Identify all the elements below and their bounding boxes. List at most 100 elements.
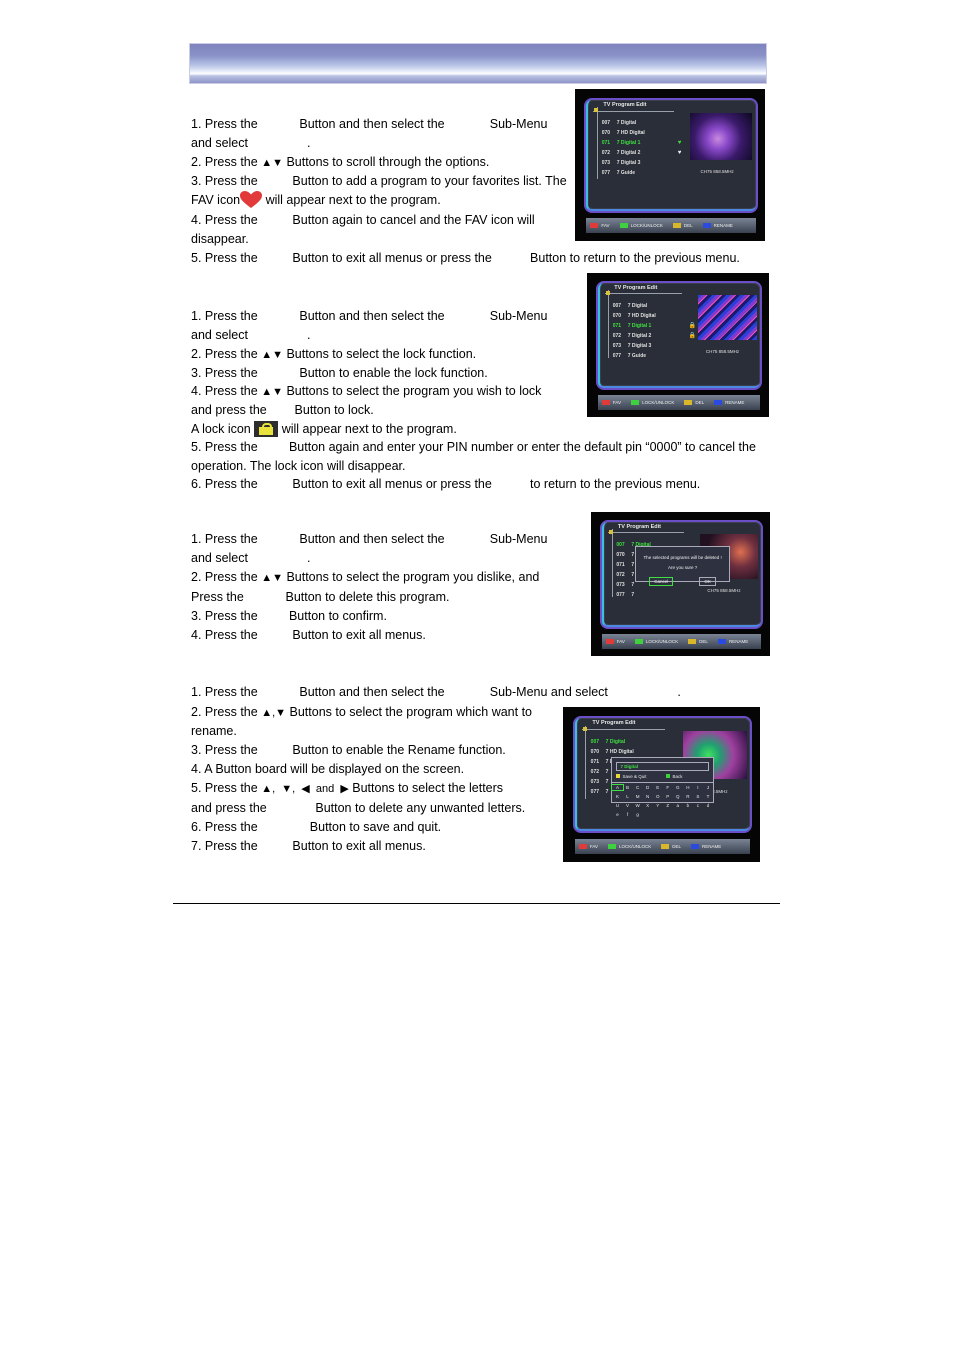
color-key-fav[interactable]: FAV: [605, 639, 625, 645]
letter-key[interactable]: A: [611, 783, 624, 791]
tv-screenshot-lock: TV Program Edit 007 7 Digital 070 7 HD Digit…: [587, 273, 769, 417]
back-option[interactable]: Back: [666, 774, 683, 779]
letter-key[interactable]: D: [643, 785, 653, 790]
letter-key[interactable]: f: [623, 812, 633, 817]
line-text: will appear next to the program.: [278, 422, 457, 436]
divider: [593, 110, 674, 112]
tv-menu-title: TV Program Edit: [617, 524, 661, 531]
rename-input[interactable]: 7 Digital: [616, 761, 709, 771]
letter-key[interactable]: F: [663, 785, 673, 790]
color-key-del[interactable]: DEL: [661, 844, 681, 849]
letter-key[interactable]: g: [633, 812, 643, 817]
color-key-lock-unlock[interactable]: LOCK/UNLOCK: [631, 400, 674, 406]
channel-row[interactable]: 007 7 Digital: [613, 301, 656, 311]
color-key-rename[interactable]: RENAME: [702, 223, 733, 229]
rename-keyboard: 7 Digital Save & Quit Back A B C D E F G H I J K L M N O P…: [611, 756, 714, 817]
color-key-rename[interactable]: RENAME: [691, 844, 721, 849]
color-key-fav[interactable]: FAV: [578, 844, 598, 849]
channel-row[interactable]: 007 7 Digital: [602, 118, 645, 128]
letter-key[interactable]: e: [612, 812, 622, 817]
letter-key[interactable]: Z: [663, 803, 673, 808]
color-key-del[interactable]: DEL: [688, 639, 708, 645]
channel-row[interactable]: 077 7 Guide: [613, 351, 656, 361]
color-key-rename[interactable]: RENAME: [714, 400, 745, 406]
letter-key[interactable]: Q: [673, 794, 683, 799]
color-key-del[interactable]: DEL: [672, 223, 693, 229]
cancel-button[interactable]: Cancel: [649, 576, 674, 586]
letter-key[interactable]: H: [683, 785, 693, 790]
divider: [582, 728, 666, 730]
letter-key[interactable]: Y: [653, 803, 663, 808]
color-swatch-icon: [717, 639, 726, 645]
dialog-message: The selected programs will be deleted !: [643, 554, 722, 560]
letter-key[interactable]: K: [612, 794, 622, 799]
instruction-line: 3. Press the Button to enable the Rename…: [191, 743, 506, 757]
letter-key[interactable]: V: [623, 803, 633, 808]
line-text: 2. Press the: [191, 705, 262, 719]
color-key-rename[interactable]: RENAME: [717, 639, 748, 645]
letter-key[interactable]: B: [623, 785, 633, 790]
letter-key[interactable]: P: [663, 794, 673, 799]
channel-row[interactable]: 070 7 HD Digital: [591, 747, 634, 757]
instruction-line: 5. Press the Button to exit all menus or…: [191, 251, 740, 265]
channel-row[interactable]: 073 7 Digital 3: [613, 341, 656, 351]
channel-number: 072: [616, 571, 625, 578]
color-key-fav[interactable]: FAV: [601, 400, 621, 406]
color-key-lock-unlock[interactable]: LOCK/UNLOCK: [607, 844, 651, 849]
save-quit-option[interactable]: Save & Quit: [616, 774, 646, 779]
divider: [585, 725, 587, 799]
channel-name: 7 HD Digital: [627, 312, 656, 319]
ok-button[interactable]: OK: [699, 576, 716, 586]
letter-key[interactable]: W: [633, 803, 643, 808]
line-text: FAV icon: [191, 193, 241, 207]
channel-frequency: CH75 858.5MHz: [707, 588, 741, 594]
tv-screenshot-rename: TV Program Edit 007 7 Digital 070 7 HD Digit…: [563, 707, 760, 862]
divider: [611, 529, 613, 598]
letter-key[interactable]: S: [693, 794, 703, 799]
letter-key[interactable]: O: [653, 794, 663, 799]
color-key-del[interactable]: DEL: [684, 400, 704, 406]
channel-row[interactable]: 077 7: [616, 590, 650, 600]
instruction-line: 3. Press the Button to add a program to …: [191, 174, 567, 188]
cursor-marker: [582, 726, 587, 731]
channel-name: 7 Digital 1: [627, 322, 652, 329]
channel-row[interactable]: 072 7 Digital 2 ♥: [602, 148, 682, 158]
color-swatch-icon: [672, 223, 681, 229]
channel-row[interactable]: 077 7 Guide: [602, 168, 645, 178]
delete-confirm-dialog: The selected programs will be deleted ! A…: [635, 545, 730, 586]
fav-heart-icon: ♥: [677, 150, 682, 157]
channel-row[interactable]: 072 7 Digital 2 🔒: [613, 331, 696, 341]
letter-key[interactable]: J: [703, 785, 713, 790]
letter-key[interactable]: c: [693, 803, 703, 808]
letter-key[interactable]: N: [643, 794, 653, 799]
letter-key[interactable]: E: [653, 785, 663, 790]
letter-key[interactable]: d: [703, 803, 713, 808]
channel-row[interactable]: 007 7 Digital: [591, 737, 634, 747]
color-swatch-icon: [590, 223, 599, 229]
letter-key[interactable]: R: [683, 794, 693, 799]
letter-key[interactable]: a: [673, 803, 683, 808]
color-key-fav[interactable]: FAV: [590, 223, 610, 229]
letter-key[interactable]: L: [623, 794, 633, 799]
channel-number: 070: [612, 312, 622, 319]
letter-key[interactable]: M: [633, 794, 643, 799]
channel-row[interactable]: 071 7 Digital 1 ♥: [602, 138, 682, 148]
channel-row[interactable]: 071 7 Digital 1 🔒: [613, 321, 696, 331]
letter-key[interactable]: C: [633, 785, 643, 790]
channel-row[interactable]: 070 7 HD Digital: [602, 128, 645, 138]
color-key-lock-unlock[interactable]: LOCK/UNLOCK: [619, 223, 663, 229]
letter-key[interactable]: G: [673, 785, 683, 790]
letter-key[interactable]: T: [703, 794, 713, 799]
letter-key[interactable]: I: [693, 785, 703, 790]
tv-screenshot-delete: TV Program Edit 007 7 Digital 070 7 071 7 072 7 0…: [591, 512, 770, 656]
key-label: RENAME: [725, 400, 745, 406]
letter-key[interactable]: b: [683, 803, 693, 808]
letter-key[interactable]: U: [612, 803, 622, 808]
key-label: RENAME: [713, 223, 733, 229]
instruction-line: 4. Press the ▲▼ Buttons to select the pr…: [191, 382, 541, 402]
channel-row[interactable]: 073 7 Digital 3: [602, 158, 645, 168]
letter-key[interactable]: X: [643, 803, 653, 808]
color-key-lock-unlock[interactable]: LOCK/UNLOCK: [634, 639, 678, 645]
color-swatch-icon: [619, 223, 628, 229]
channel-row[interactable]: 070 7 HD Digital: [613, 311, 656, 321]
